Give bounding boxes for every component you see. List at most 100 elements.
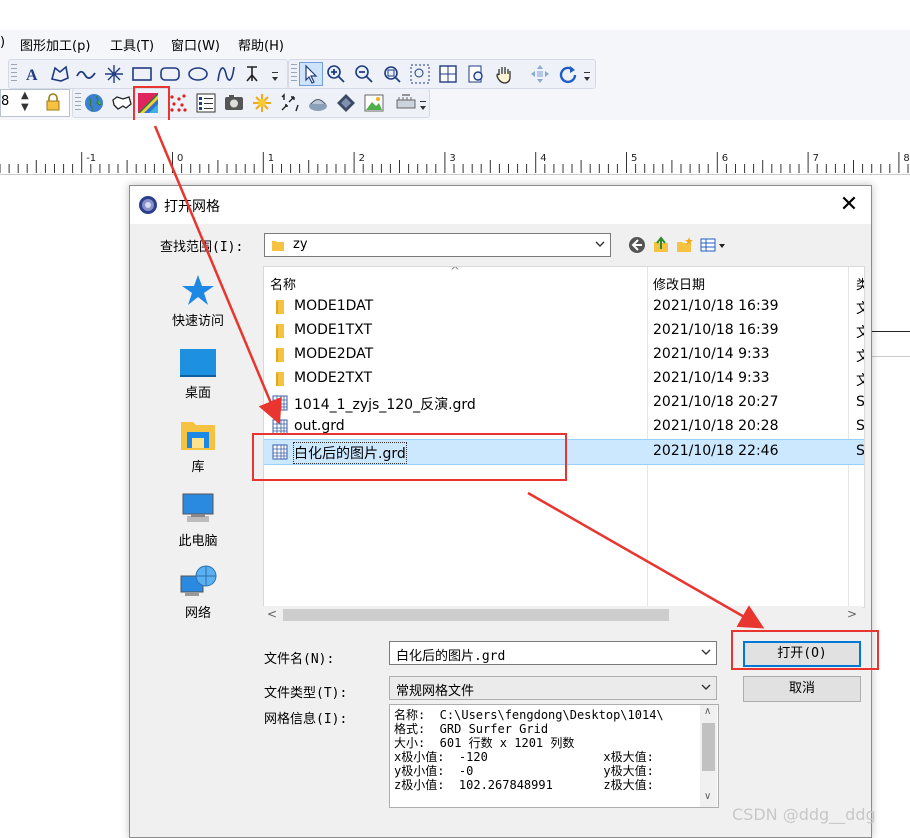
chevron-down-icon[interactable] bbox=[700, 681, 712, 693]
classed-post-icon[interactable] bbox=[195, 92, 217, 114]
lock-icon[interactable] bbox=[45, 93, 61, 115]
scroll-down-icon[interactable]: ∨ bbox=[704, 791, 711, 802]
ruler-label: 1 bbox=[268, 153, 274, 164]
chevron-down-icon[interactable] bbox=[271, 70, 279, 84]
select-arrow-icon[interactable] bbox=[299, 62, 323, 86]
globe-icon[interactable] bbox=[83, 92, 105, 114]
scrollbar-thumb[interactable] bbox=[283, 609, 669, 621]
menu-item-graphics[interactable]: 图形加工(p) bbox=[20, 35, 90, 54]
ruler-label: 6 bbox=[722, 153, 728, 164]
menu-item-help[interactable]: 帮助(H) bbox=[238, 35, 284, 54]
look-in-combo[interactable]: zy bbox=[264, 233, 611, 257]
canvas-line bbox=[870, 331, 910, 332]
zoom-fit-icon[interactable] bbox=[381, 63, 403, 85]
info-scrollbar[interactable]: ∧ ∨ bbox=[700, 705, 717, 807]
shaded-relief-icon[interactable] bbox=[251, 92, 273, 114]
rectangle-icon[interactable] bbox=[131, 63, 153, 85]
scroll-right-icon[interactable]: > bbox=[847, 607, 857, 621]
scroll-up-icon[interactable]: ∧ bbox=[704, 706, 711, 717]
place-this-pc[interactable]: 此电脑 bbox=[138, 492, 258, 549]
app-title-strip bbox=[0, 0, 910, 30]
sparkle-icon[interactable] bbox=[103, 63, 125, 85]
filetype-select[interactable]: 常规网格文件 bbox=[389, 676, 717, 700]
menu-item-tools[interactable]: 工具(T) bbox=[110, 35, 154, 54]
zoom-actual-icon[interactable] bbox=[465, 63, 487, 85]
menu-item-window[interactable]: 窗口(W) bbox=[171, 35, 220, 54]
chevron-down-icon[interactable] bbox=[594, 238, 606, 250]
menu-item-partial[interactable]: ) bbox=[0, 35, 5, 50]
redraw-icon[interactable] bbox=[557, 63, 579, 85]
file-row[interactable]: MODE1TXT 2021/10/18 16:39 文 bbox=[264, 319, 864, 343]
vector-map-icon[interactable] bbox=[279, 92, 301, 114]
zoom-page-icon[interactable] bbox=[437, 63, 459, 85]
filename-label: 文件名(N): bbox=[264, 652, 335, 667]
chevron-down-icon[interactable] bbox=[583, 70, 591, 84]
place-desktop[interactable]: 桌面 bbox=[138, 348, 258, 401]
column-type[interactable]: 类 bbox=[856, 274, 864, 293]
open-grid-dialog: 打开网格 ✕ 查找范围(I): zy 快速访问 桌面 库 此电脑 网络 名称 ^… bbox=[129, 185, 872, 838]
place-library[interactable]: 库 bbox=[138, 418, 258, 475]
ruler-label: -1 bbox=[86, 153, 96, 164]
file-row[interactable]: MODE2TXT 2021/10/14 9:33 文 bbox=[264, 367, 864, 391]
ruler-label: 0 bbox=[177, 153, 183, 164]
place-quick-access[interactable]: 快速访问 bbox=[138, 274, 258, 329]
move-icon[interactable] bbox=[529, 63, 551, 85]
grid-info-box[interactable]: 名称: C:\Users\fengdong\Desktop\1014\ 格式: … bbox=[389, 704, 719, 808]
file-row[interactable]: 1014_1_zyjs_120_反演.grd 2021/10/18 20:27 … bbox=[264, 391, 864, 415]
map-outline-icon[interactable] bbox=[111, 92, 133, 114]
zoom-out-icon[interactable] bbox=[353, 63, 375, 85]
folder-icon bbox=[276, 372, 284, 386]
toolbar-area: A 8 ▲ ▼ bbox=[0, 56, 910, 123]
place-network[interactable]: 网络 bbox=[138, 564, 258, 621]
line-width-field[interactable]: 8 ▲ ▼ bbox=[0, 89, 70, 117]
text-icon[interactable]: A bbox=[21, 63, 43, 85]
curve-icon[interactable] bbox=[75, 63, 97, 85]
scroll-left-icon[interactable]: < bbox=[267, 607, 277, 621]
ellipse-icon[interactable] bbox=[187, 63, 209, 85]
file-row[interactable]: MODE2DAT 2021/10/14 9:33 文 bbox=[264, 343, 864, 367]
sort-arrow-icon: ^ bbox=[450, 266, 461, 278]
places-bar: 快速访问 桌面 库 此电脑 网络 bbox=[138, 266, 258, 718]
watermark: CSDN @ddg__ddg bbox=[732, 805, 876, 824]
chevron-down-icon[interactable] bbox=[419, 99, 427, 113]
scrollbar-thumb[interactable] bbox=[702, 723, 715, 771]
close-icon[interactable]: ✕ bbox=[836, 192, 862, 218]
toolbar-grip[interactable] bbox=[291, 64, 297, 84]
file-list-scrollbar[interactable]: < > bbox=[263, 606, 863, 624]
file-row[interactable]: MODE1DAT 2021/10/18 16:39 文 bbox=[264, 295, 864, 319]
spline-icon[interactable] bbox=[215, 63, 237, 85]
base-map-icon[interactable] bbox=[363, 92, 385, 114]
view-menu-icon[interactable] bbox=[700, 236, 728, 254]
wireframe-icon[interactable] bbox=[307, 92, 329, 114]
up-folder-icon[interactable] bbox=[652, 236, 670, 254]
post-map-icon[interactable] bbox=[167, 92, 189, 114]
toolbar-grip[interactable] bbox=[75, 93, 81, 113]
pan-hand-icon[interactable] bbox=[493, 63, 515, 85]
computer-icon bbox=[182, 493, 214, 522]
zoom-rect-icon[interactable] bbox=[409, 63, 431, 85]
image-map-icon[interactable] bbox=[223, 92, 245, 114]
back-icon[interactable] bbox=[628, 236, 646, 254]
rounded-rectangle-icon[interactable] bbox=[159, 63, 181, 85]
toolbar-grip[interactable] bbox=[11, 64, 17, 84]
ruler-label: 2 bbox=[359, 153, 365, 164]
dialog-title: 打开网格 bbox=[164, 199, 220, 215]
chevron-down-icon[interactable] bbox=[700, 646, 712, 658]
spacer bbox=[0, 120, 910, 146]
new-folder-icon[interactable] bbox=[676, 236, 694, 254]
polygon-icon[interactable] bbox=[49, 63, 71, 85]
folder-icon bbox=[276, 324, 284, 338]
cancel-button[interactable]: 取消 bbox=[743, 676, 861, 702]
column-name[interactable]: 名称 bbox=[270, 274, 296, 293]
horizontal-ruler: -1 0 1 2 3 4 5 6 7 8 bbox=[0, 146, 910, 175]
zoom-in-icon[interactable] bbox=[325, 63, 347, 85]
reshape-icon[interactable] bbox=[241, 63, 263, 85]
column-date[interactable]: 修改日期 bbox=[653, 274, 705, 293]
dialog-title-bar: 打开网格 ✕ bbox=[130, 186, 871, 224]
spin-button-icon[interactable]: ▲ ▼ bbox=[21, 90, 29, 114]
surface-icon[interactable] bbox=[335, 92, 357, 114]
view-toolbar bbox=[288, 59, 596, 89]
filename-input[interactable]: 白化后的图片.grd bbox=[389, 641, 717, 665]
map-toolbar bbox=[72, 88, 430, 118]
3d-view-icon[interactable] bbox=[395, 92, 417, 114]
